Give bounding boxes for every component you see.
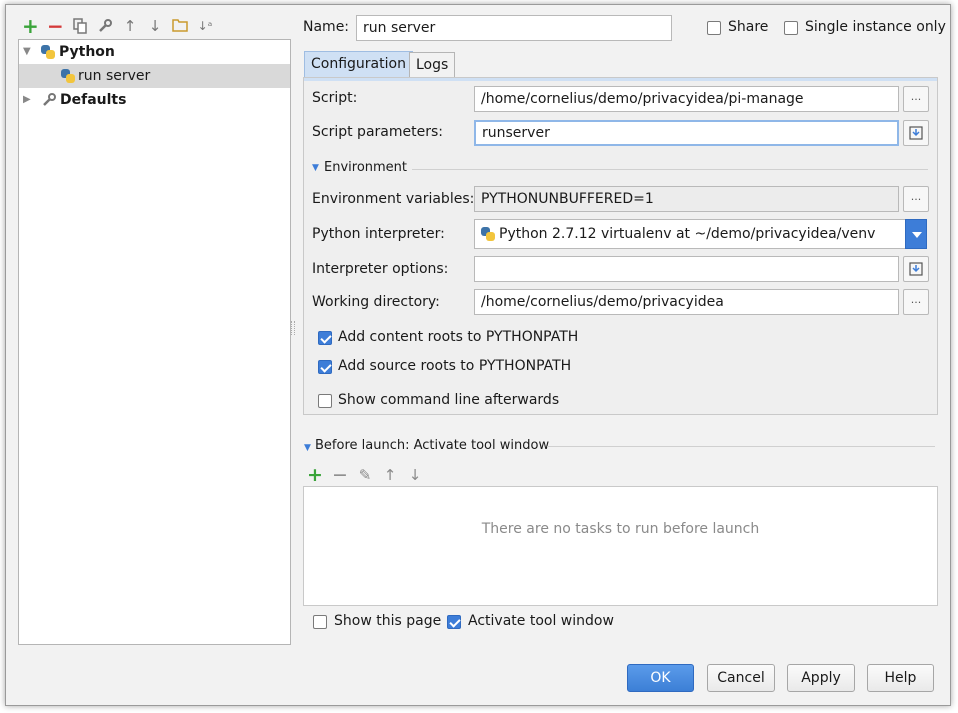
interpreter-options-label: Interpreter options: <box>312 261 449 277</box>
share-label: Share <box>728 19 769 35</box>
script-label: Script: <box>312 90 358 106</box>
cancel-button[interactable]: Cancel <box>707 664 775 692</box>
wrench-icon[interactable] <box>97 18 113 34</box>
script-parameters-field[interactable]: runserver <box>474 120 899 146</box>
share-checkbox[interactable] <box>707 21 721 35</box>
tab-configuration[interactable]: Configuration <box>304 51 413 77</box>
empty-tasks-message: There are no tasks to run before launch <box>481 521 760 537</box>
python-icon <box>61 69 75 83</box>
python-interpreter-label: Python interpreter: <box>312 226 445 242</box>
help-button[interactable]: Help <box>867 664 934 692</box>
section-divider <box>412 169 928 170</box>
move-task-down-icon[interactable]: ↓ <box>407 467 423 483</box>
single-instance-label: Single instance only <box>805 19 946 35</box>
content-roots-checkbox[interactable] <box>318 331 332 345</box>
before-launch-task-list[interactable]: There are no tasks to run before launch <box>303 486 938 606</box>
show-this-page-label: Show this page <box>334 613 442 629</box>
source-roots-label: Add source roots to PYTHONPATH <box>338 358 572 374</box>
interpreter-options-field[interactable] <box>474 256 899 282</box>
add-icon[interactable]: + <box>22 16 39 36</box>
wrench-icon <box>41 92 57 116</box>
tab-logs[interactable]: Logs <box>409 52 456 78</box>
sort-icon[interactable]: ↓ᵃ <box>197 18 213 34</box>
python-icon <box>481 227 495 241</box>
copy-icon[interactable] <box>72 18 88 34</box>
environment-variables-label: Environment variables: <box>312 191 475 207</box>
working-directory-label: Working directory: <box>312 294 440 310</box>
browse-directory-button[interactable]: ... <box>903 289 929 315</box>
folder-icon[interactable] <box>172 18 188 34</box>
activate-tool-window-checkbox[interactable] <box>447 615 461 629</box>
tab-underline <box>304 78 937 81</box>
tree-item-python[interactable]: ▼ Python <box>19 40 290 64</box>
content-roots-label: Add content roots to PYTHONPATH <box>338 329 579 345</box>
remove-task-icon[interactable]: − <box>332 466 348 485</box>
section-expand-icon[interactable]: ▼ <box>312 163 319 173</box>
environment-variables-field[interactable]: PYTHONUNBUFFERED=1 <box>474 186 899 212</box>
working-directory-field[interactable]: /home/cornelius/demo/privacyidea <box>474 289 899 315</box>
chevron-down-icon[interactable] <box>905 219 927 249</box>
tree-item-label: Defaults <box>60 92 127 108</box>
tree-item-label: Python <box>59 44 115 60</box>
move-down-icon[interactable]: ↓ <box>147 18 163 34</box>
expand-options-button[interactable] <box>903 256 929 282</box>
script-parameters-label: Script parameters: <box>312 124 443 140</box>
section-divider <box>547 446 935 447</box>
move-up-icon[interactable]: ↑ <box>122 18 138 34</box>
expand-icon <box>909 126 923 140</box>
name-field[interactable]: run server <box>356 15 672 41</box>
splitter-handle[interactable] <box>291 321 295 335</box>
edit-task-icon[interactable]: ✎ <box>357 467 373 483</box>
expand-arrow-icon[interactable]: ▼ <box>23 40 31 64</box>
name-label: Name: <box>303 19 350 35</box>
move-task-up-icon[interactable]: ↑ <box>382 467 398 483</box>
tree-item-defaults[interactable]: ▶ Defaults <box>19 88 290 112</box>
apply-button[interactable]: Apply <box>787 664 855 692</box>
edit-environment-button[interactable]: ... <box>903 186 929 212</box>
before-launch-expand-icon[interactable]: ▼ <box>304 443 311 453</box>
python-icon <box>41 45 55 59</box>
script-field[interactable]: /home/cornelius/demo/privacyidea/pi-mana… <box>474 86 899 112</box>
ok-button[interactable]: OK <box>627 664 694 692</box>
run-configuration-dialog: + − ↑ ↓ ↓ᵃ ▼ Python run server ▶ Default… <box>5 4 951 706</box>
activate-tool-window-label: Activate tool window <box>468 613 614 629</box>
configuration-panel: Script: /home/cornelius/demo/privacyidea… <box>303 77 938 415</box>
configuration-tree: ▼ Python run server ▶ Defaults <box>18 39 291 645</box>
before-launch-title: Before launch: Activate tool window <box>315 438 550 453</box>
remove-icon[interactable]: − <box>47 16 64 36</box>
expand-field-button[interactable] <box>903 120 929 146</box>
tree-item-run-server[interactable]: run server <box>19 64 290 88</box>
browse-script-button[interactable]: ... <box>903 86 929 112</box>
single-instance-checkbox[interactable] <box>784 21 798 35</box>
add-task-icon[interactable]: + <box>307 466 323 485</box>
source-roots-checkbox[interactable] <box>318 360 332 374</box>
show-command-line-checkbox[interactable] <box>318 394 332 408</box>
show-this-page-checkbox[interactable] <box>313 615 327 629</box>
tree-item-label: run server <box>78 68 151 84</box>
expand-icon <box>909 262 923 276</box>
show-command-line-label: Show command line afterwards <box>338 392 560 408</box>
python-interpreter-select[interactable]: Python 2.7.12 virtualenv at ~/demo/priva… <box>474 219 906 249</box>
environment-section-title: Environment <box>324 160 408 175</box>
collapse-arrow-icon[interactable]: ▶ <box>23 88 31 112</box>
